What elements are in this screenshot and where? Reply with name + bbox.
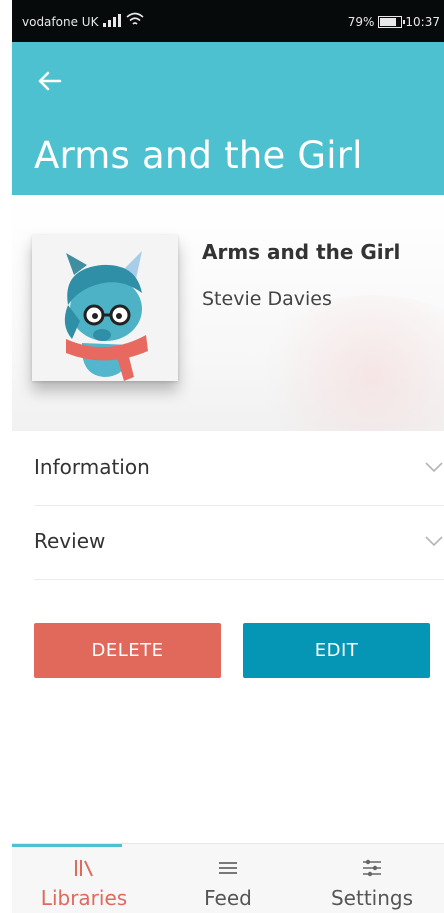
sliders-icon: [363, 859, 381, 877]
nav-feed[interactable]: Feed: [156, 844, 300, 913]
status-bar: vodafone UK 79% 10:37: [12, 0, 444, 42]
edit-button[interactable]: EDIT: [243, 623, 430, 678]
nav-label: Feed: [204, 886, 252, 910]
app-screen: vodafone UK 79% 10:37 Arms and the Girl: [12, 0, 444, 913]
book-title: Arms and the Girl: [202, 240, 401, 264]
nav-libraries[interactable]: Libraries: [12, 844, 156, 913]
section-label: Information: [34, 455, 150, 479]
chevron-down-icon: [425, 462, 443, 473]
book-details: Arms and the Girl Stevie Davies: [12, 195, 444, 431]
delete-button[interactable]: DELETE: [34, 623, 221, 678]
app-bar: Arms and the Girl: [12, 42, 444, 195]
nav-label: Settings: [330, 886, 414, 910]
bottom-navigation: Libraries Feed Settings: [12, 843, 444, 913]
section-review[interactable]: Review: [34, 505, 444, 580]
nav-settings[interactable]: Settings: [300, 844, 444, 913]
book-cover: [32, 235, 178, 381]
nav-label: Libraries: [40, 886, 128, 910]
chevron-down-icon: [425, 536, 443, 547]
section-label: Review: [34, 529, 106, 553]
mascot-with-glasses-icon: [64, 251, 148, 381]
arrow-left-icon[interactable]: [34, 66, 64, 96]
library-icon: [75, 860, 93, 877]
battery-percent: 79%: [347, 15, 375, 29]
page-title: Arms and the Girl: [34, 134, 363, 177]
carrier-name: vodafone UK: [22, 15, 99, 29]
battery-fill: [380, 18, 397, 26]
section-information[interactable]: Information: [34, 431, 444, 506]
book-author: Stevie Davies: [202, 288, 332, 310]
status-right: 79% 10:37: [348, 15, 440, 29]
wifi-icon: [126, 12, 144, 25]
battery-icon: [378, 16, 406, 28]
menu-lines-icon: [219, 862, 237, 874]
signal-icon: [103, 14, 121, 27]
clock: 10:37: [405, 15, 440, 29]
